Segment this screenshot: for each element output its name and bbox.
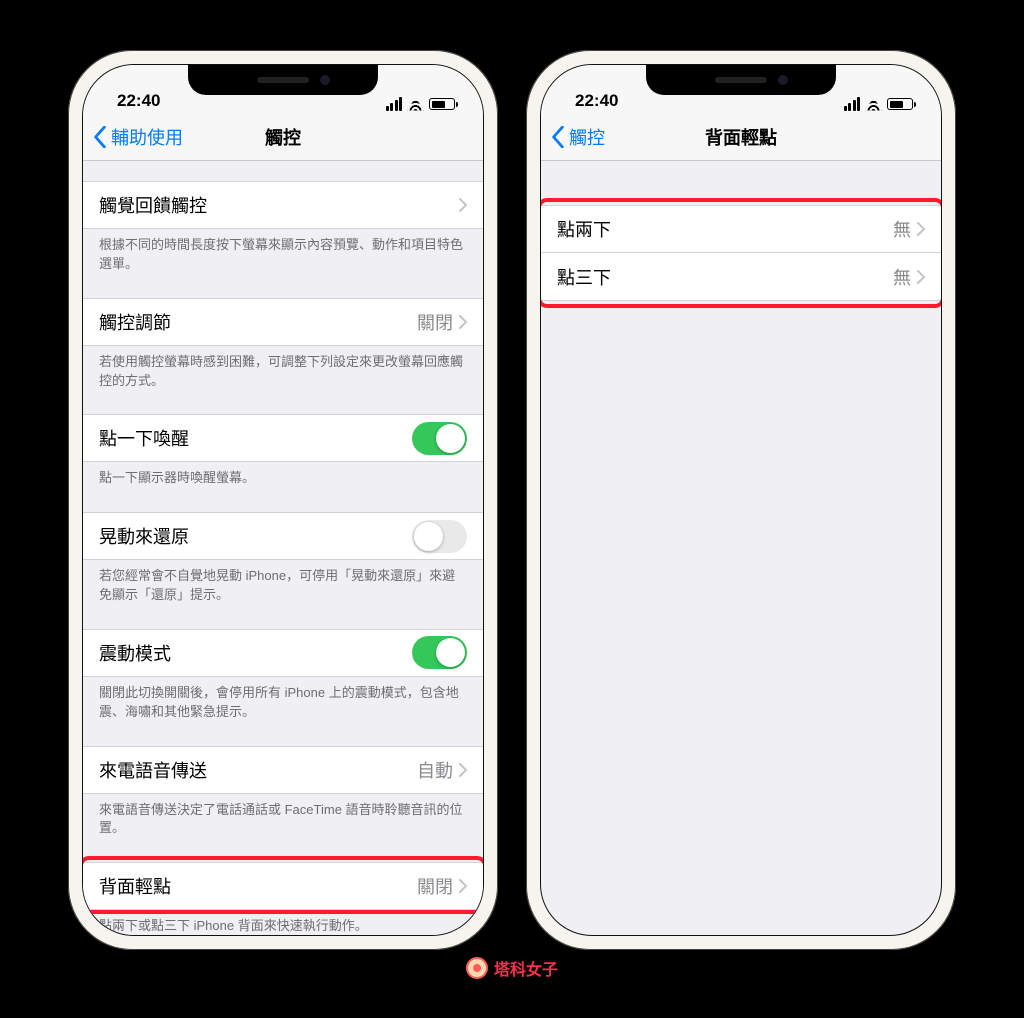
screen-left: 22:40 輔助使用 觸控 觸覺回饋觸控 [82, 64, 484, 936]
cellular-icon [386, 97, 403, 111]
row-back-tap[interactable]: 背面輕點 關閉 [83, 862, 483, 910]
row-haptic-touch[interactable]: 觸覺回饋觸控 [83, 181, 483, 229]
row-footer: 來電語音傳送決定了電話通話或 FaceTime 語音時聆聽音訊的位置。 [83, 794, 483, 839]
row-footer: 關閉此切換開關後，會停用所有 iPhone 上的震動模式，包含地震、海嘯和其他緊… [83, 677, 483, 722]
settings-list[interactable]: 觸覺回饋觸控 根據不同的時間長度按下螢幕來顯示內容預覽、動作和項目特色選單。 觸… [83, 181, 483, 936]
row-footer: 若使用觸控螢幕時感到困難，可調整下列設定來更改螢幕回應觸控的方式。 [83, 346, 483, 391]
row-value: 無 [893, 264, 911, 290]
row-tap-to-wake[interactable]: 點一下喚醒 [83, 414, 483, 462]
settings-list[interactable]: 點兩下 無 點三下 無 [541, 205, 941, 301]
chevron-right-icon [917, 222, 925, 236]
row-triple-tap[interactable]: 點三下 無 [541, 253, 941, 301]
row-label: 背面輕點 [99, 873, 417, 899]
row-label: 來電語音傳送 [99, 757, 417, 783]
toggle-tap-to-wake[interactable] [412, 422, 467, 455]
back-button[interactable]: 輔助使用 [93, 124, 183, 150]
avatar-icon [466, 957, 488, 979]
phone-right: 22:40 觸控 背面輕點 點兩下 無 [526, 50, 956, 950]
row-value: 無 [893, 216, 911, 242]
row-value: 關閉 [417, 309, 453, 335]
row-value: 關閉 [417, 873, 453, 899]
row-label: 觸覺回饋觸控 [99, 192, 459, 218]
chevron-right-icon [459, 763, 467, 777]
chevron-right-icon [459, 315, 467, 329]
row-footer: 點兩下或點三下 iPhone 背面來快速執行動作。 [83, 910, 483, 936]
notch [646, 65, 836, 95]
row-label: 點一下喚醒 [99, 425, 412, 451]
row-touch-accommodations[interactable]: 觸控調節 關閉 [83, 298, 483, 346]
chevron-left-icon [551, 126, 565, 148]
cellular-icon [844, 97, 861, 111]
chevron-left-icon [93, 126, 107, 148]
row-vibration[interactable]: 震動模式 [83, 629, 483, 677]
toggle-shake-to-undo[interactable] [412, 520, 467, 553]
row-footer: 若您經常會不自覺地晃動 iPhone，可停用「晃動來還原」來避免顯示「還原」提示… [83, 560, 483, 605]
wifi-icon [865, 98, 882, 111]
row-label: 觸控調節 [99, 309, 417, 335]
status-time: 22:40 [117, 91, 160, 111]
back-label: 輔助使用 [111, 124, 183, 150]
notch [188, 65, 378, 95]
battery-icon [887, 98, 913, 110]
toggle-vibration[interactable] [412, 636, 467, 669]
chevron-right-icon [459, 198, 467, 212]
watermark: 塔科女子 [466, 956, 558, 980]
row-shake-to-undo[interactable]: 晃動來還原 [83, 512, 483, 560]
row-double-tap[interactable]: 點兩下 無 [541, 205, 941, 253]
watermark-text: 塔科女子 [494, 956, 558, 980]
nav-bar: 觸控 背面輕點 [541, 113, 941, 161]
chevron-right-icon [459, 879, 467, 893]
phone-left: 22:40 輔助使用 觸控 觸覺回饋觸控 [68, 50, 498, 950]
row-label: 點兩下 [557, 216, 893, 242]
row-label: 點三下 [557, 264, 893, 290]
row-label: 震動模式 [99, 640, 412, 666]
battery-icon [429, 98, 455, 110]
chevron-right-icon [917, 270, 925, 284]
wifi-icon [407, 98, 424, 111]
back-button[interactable]: 觸控 [551, 124, 605, 150]
screen-right: 22:40 觸控 背面輕點 點兩下 無 [540, 64, 942, 936]
nav-bar: 輔助使用 觸控 [83, 113, 483, 161]
status-time: 22:40 [575, 91, 618, 111]
row-footer: 點一下顯示器時喚醒螢幕。 [83, 462, 483, 488]
row-footer: 根據不同的時間長度按下螢幕來顯示內容預覽、動作和項目特色選單。 [83, 229, 483, 274]
back-label: 觸控 [569, 124, 605, 150]
row-call-audio-routing[interactable]: 來電語音傳送 自動 [83, 746, 483, 794]
row-value: 自動 [417, 757, 453, 783]
row-label: 晃動來還原 [99, 523, 412, 549]
